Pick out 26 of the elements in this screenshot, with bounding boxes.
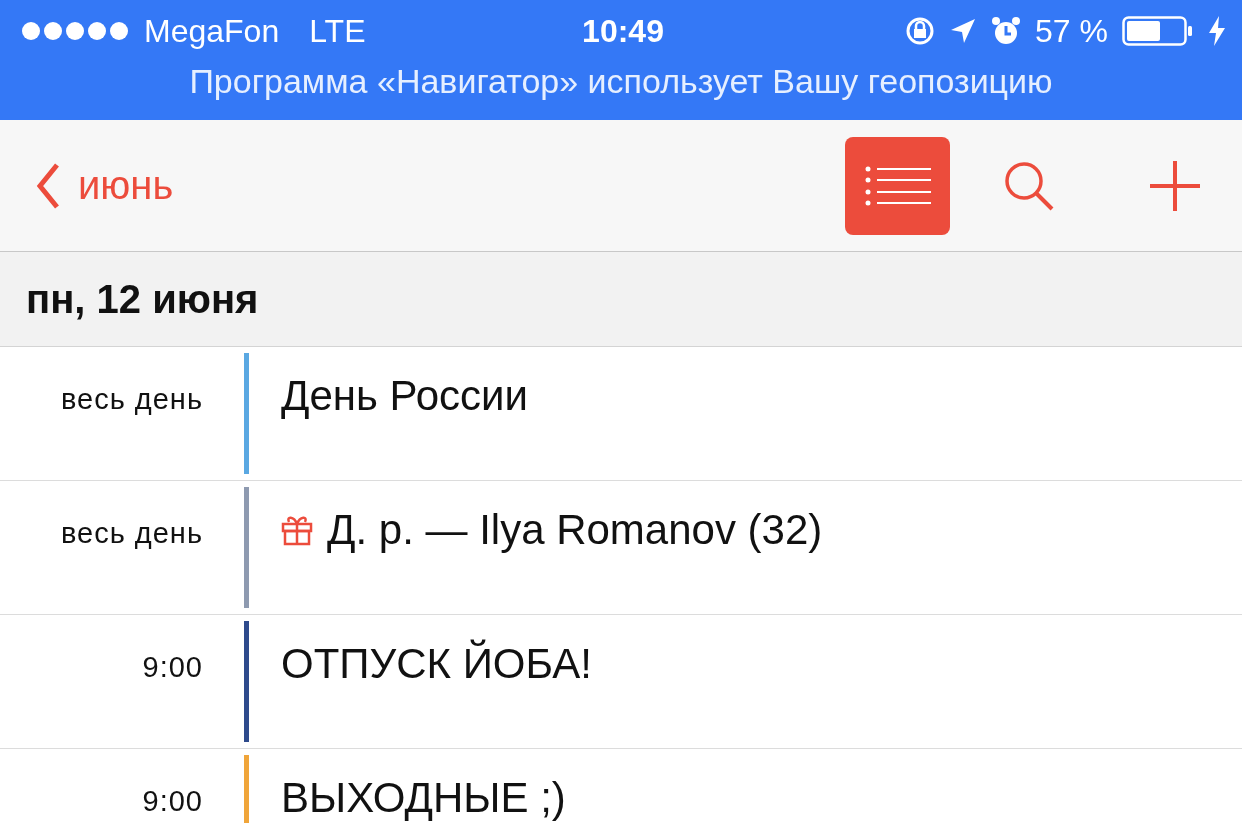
list-icon [864, 165, 931, 206]
event-time: 9:00 [141, 650, 203, 685]
signal-icon [20, 20, 130, 42]
day-header: пн, 12 июня [0, 252, 1242, 347]
back-chevron-icon [36, 161, 60, 210]
charging-bolt-icon [1208, 16, 1226, 46]
carrier-name: MegaFon [144, 12, 280, 50]
gift-icon [281, 514, 313, 546]
event-time: 9:00 [141, 784, 203, 819]
plus-icon [1148, 158, 1202, 213]
event-title[interactable]: ВЫХОДНЫЕ ;) [281, 774, 566, 822]
alarm-icon [991, 16, 1022, 46]
event-title[interactable]: День России [281, 372, 528, 420]
rotation-lock-icon [905, 16, 936, 46]
event-title[interactable]: Д. р. — Ilya Romanov (32) [327, 506, 823, 554]
battery-icon [1122, 16, 1194, 46]
clock-time: 10:49 [582, 12, 664, 50]
event-title[interactable]: ОТПУСК ЙОБА! [281, 640, 592, 688]
event-time: весь день [59, 516, 203, 551]
location-arrow-icon [949, 17, 978, 45]
network-type: LTE [309, 12, 366, 50]
add-button[interactable] [1148, 158, 1202, 213]
battery-percent: 57 % [1035, 12, 1108, 50]
list-view-button[interactable] [845, 136, 950, 235]
location-banner[interactable]: Программа «Навигатор» использует Вашу геопозицию [0, 62, 1242, 101]
event-time: весь день [59, 382, 203, 417]
